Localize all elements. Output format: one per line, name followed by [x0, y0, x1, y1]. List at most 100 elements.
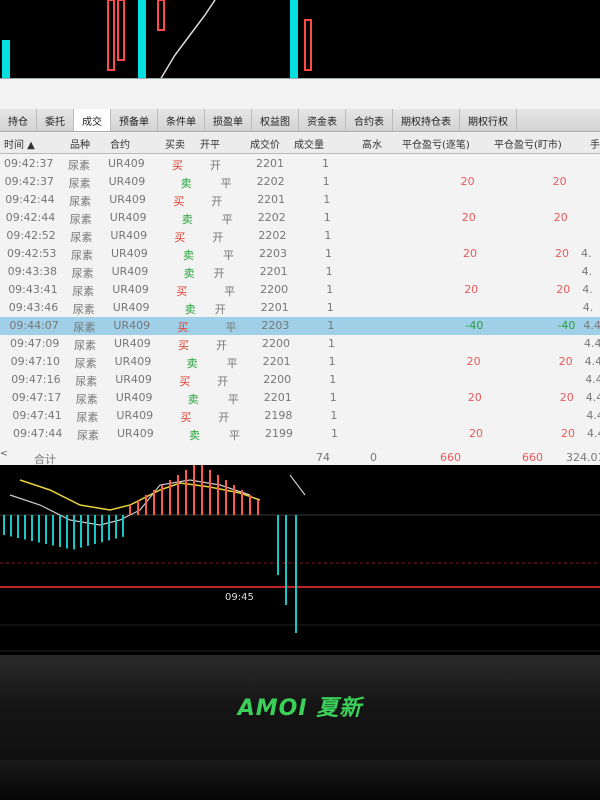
cell-price: 2202	[257, 211, 286, 224]
cell-price: 2203	[259, 247, 287, 260]
col-time[interactable]: 时间 ▲	[4, 136, 35, 151]
tab-9[interactable]: 期权持仓表	[393, 109, 460, 131]
table-row[interactable]: 09:42:44 尿素 UR409 买 开 2201 1	[0, 191, 600, 209]
col-name[interactable]: 品种	[70, 136, 90, 151]
table-row[interactable]: 09:43:38 尿素 UR409 卖 开 2201 1 4.	[0, 263, 600, 281]
col-fee[interactable]: 手	[590, 136, 600, 151]
cell-pl2: 20	[555, 247, 569, 260]
tab-8[interactable]: 合约表	[346, 109, 393, 131]
cell-oc: 平	[225, 321, 237, 334]
cell-fee: 4.	[581, 265, 593, 278]
col-pl1[interactable]: 平仓盈亏(逐笔)	[402, 136, 470, 151]
cell-oc: 平	[221, 213, 233, 226]
table-row[interactable]: 09:42:37 尿素 UR409 买 开 2201 1	[0, 155, 600, 173]
tab-5[interactable]: 损盈单	[205, 109, 252, 131]
table-row[interactable]: 09:44:07 尿素 UR409 买 平 2203 1 -40 -40 4.4	[0, 317, 600, 335]
col-side[interactable]: 买卖	[165, 136, 185, 151]
col-qty[interactable]: 成交量	[294, 136, 324, 151]
cell-price: 2199	[265, 427, 293, 440]
tab-10[interactable]: 期权行权	[460, 109, 517, 131]
cell-oc: 平	[223, 249, 234, 262]
cell-pl1: 20	[460, 175, 475, 188]
cell-pl1: 20	[464, 283, 479, 296]
cell-name: 尿素	[70, 231, 93, 244]
cell-pl1: 20	[469, 427, 483, 440]
cell-time: 09:47:10	[10, 355, 60, 368]
col-contract[interactable]: 合约	[110, 136, 130, 151]
cell-price: 2202	[258, 229, 287, 242]
cell-pl2: 20	[556, 283, 571, 296]
cell-time: 09:47:16	[11, 373, 61, 386]
cell-contract: UR409	[117, 427, 154, 440]
cell-contract: UR409	[109, 211, 147, 224]
table-header: 时间 ▲ 品种 合约 买卖 开平 成交价 成交量 高水 平仓盈亏(逐笔) 平仓盈…	[0, 133, 600, 154]
tab-4[interactable]: 条件单	[158, 109, 205, 131]
cell-pl1: 20	[461, 211, 476, 224]
table-row[interactable]: 09:47:09 尿素 UR409 买 开 2200 1 4.40	[0, 335, 600, 353]
trade-table: 09:42:37 尿素 UR409 买开 2201 1 09:42:37 尿素 UR409 卖平 2…	[0, 155, 600, 443]
table-row[interactable]: 09:42:44 尿素 UR409 卖 平 2202 1 20 20	[0, 209, 600, 227]
cell-price: 2201	[256, 157, 284, 170]
cell-oc: 开	[216, 339, 227, 352]
cell-name: 尿素	[69, 213, 92, 226]
cell-side: 卖	[189, 429, 200, 442]
total-pl1: 660	[440, 451, 461, 464]
cell-price: 2200	[263, 373, 292, 386]
table-row[interactable]: 09:47:41 尿素 UR409 买 开 2198 1 4.40	[0, 407, 600, 425]
cell-time: 09:42:44	[5, 211, 56, 224]
cell-oc: 平	[220, 177, 232, 190]
cell-time: 09:47:44	[13, 427, 63, 440]
cell-side: 卖	[183, 249, 194, 262]
cell-side: 卖	[180, 177, 192, 190]
cell-price: 2202	[256, 175, 285, 188]
table-row[interactable]: 09:42:52 尿素 UR409 买 开 2202 1	[0, 227, 600, 245]
cell-price: 2198	[264, 409, 293, 422]
cell-time: 09:43:41	[8, 283, 58, 296]
cell-oc: 开	[211, 195, 223, 208]
cell-price: 2201	[259, 265, 288, 278]
cell-contract: UR409	[108, 175, 146, 188]
cell-time: 09:47:41	[12, 409, 62, 422]
tab-0[interactable]: 持仓	[0, 109, 37, 131]
cell-fee: 4.40	[585, 373, 600, 386]
table-row[interactable]: 09:47:10 尿素 UR409 卖 平 2201 1 20 20 4.40	[0, 353, 600, 371]
cell-oc: 开	[213, 267, 225, 280]
cell-side: 卖	[187, 393, 199, 406]
cell-contract: UR409	[111, 247, 148, 260]
cell-name: 尿素	[74, 357, 97, 370]
cell-qty: 1	[329, 373, 337, 386]
cell-contract: UR409	[113, 319, 151, 332]
table-row[interactable]: 09:47:16 尿素 UR409 买 开 2200 1 4.40	[0, 371, 600, 389]
cell-price: 2201	[263, 391, 292, 404]
tab-2[interactable]: 成交	[74, 109, 111, 131]
cell-pl2: 20	[559, 391, 574, 404]
cell-qty: 1	[323, 193, 331, 206]
table-row[interactable]: 09:42:37 尿素 UR409 卖 平 2202 1 20 20	[0, 173, 600, 191]
cell-oc: 平	[229, 429, 240, 442]
cell-qty: 1	[328, 355, 336, 368]
cell-side: 买	[179, 375, 191, 388]
col-hi[interactable]: 高水	[362, 136, 382, 151]
cell-time: 09:42:53	[7, 247, 57, 260]
cell-name: 尿素	[69, 195, 92, 208]
total-fee: 324.01	[566, 451, 600, 464]
cell-name: 尿素	[73, 321, 96, 334]
table-row[interactable]: 09:43:46 尿素 UR409 卖 开 2201 1 4.	[0, 299, 600, 317]
col-pl2[interactable]: 平仓盈亏(盯市)	[494, 136, 562, 151]
table-row[interactable]: 09:43:41 尿素 UR409 买 平 2200 1 20 20 4.	[0, 281, 600, 299]
cell-name: 尿素	[75, 375, 98, 388]
table-row[interactable]: 09:42:53 尿素 UR409 卖 平 2203 1 20 20 4.	[0, 245, 600, 263]
cell-qty: 1	[325, 247, 332, 260]
cell-contract: UR409	[115, 373, 152, 386]
col-price[interactable]: 成交价	[250, 136, 280, 151]
col-oc[interactable]: 开平	[200, 136, 220, 151]
tab-6[interactable]: 权益图	[252, 109, 299, 131]
table-row[interactable]: 09:47:17 尿素 UR409 卖 平 2201 1 20 20 4.40	[0, 389, 600, 407]
cell-oc: 平	[224, 285, 236, 298]
cell-fee: 4.40	[585, 391, 600, 404]
table-row[interactable]: 09:47:44 尿素 UR409 卖 平 2199 1 20 20 4.40	[0, 425, 600, 443]
tab-3[interactable]: 预备单	[111, 109, 158, 131]
tab-1[interactable]: 委托	[37, 109, 74, 131]
cell-name: 尿素	[72, 285, 95, 298]
tab-7[interactable]: 资金表	[299, 109, 346, 131]
